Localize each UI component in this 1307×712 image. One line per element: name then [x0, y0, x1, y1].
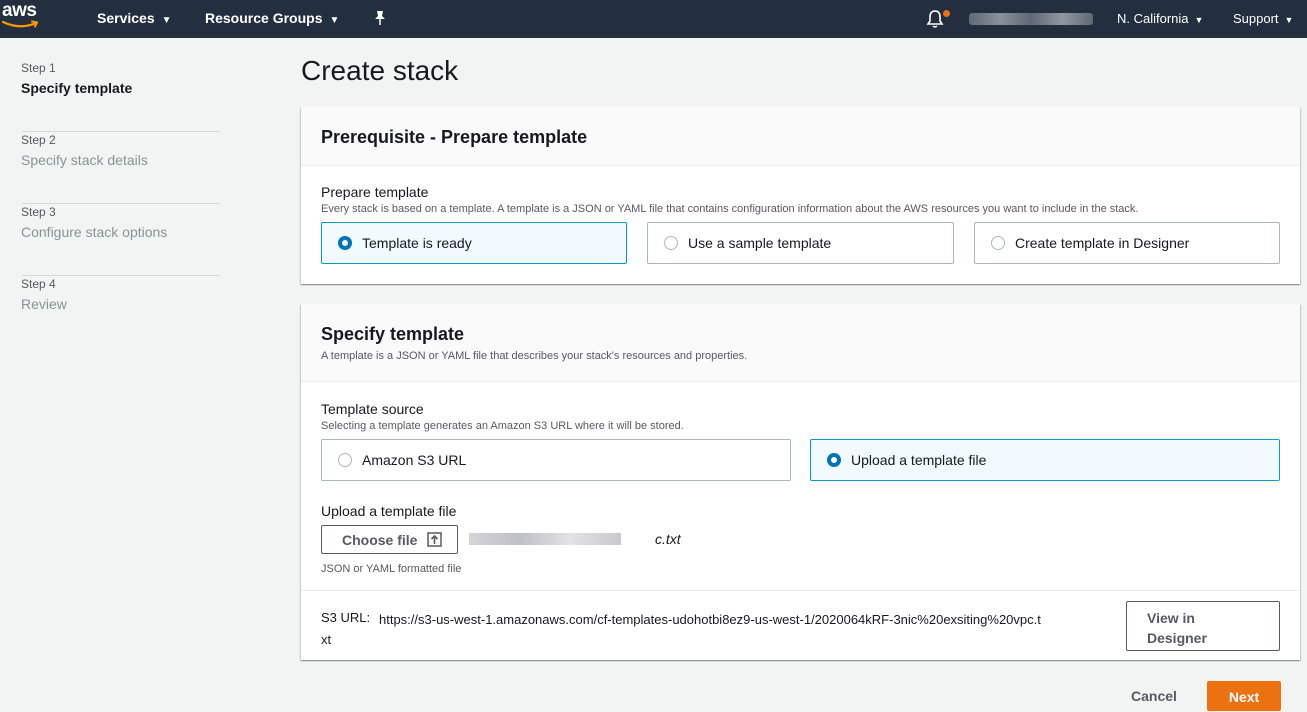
file-format-hint: JSON or YAML formatted file	[321, 563, 462, 575]
radio-selected-icon[interactable]	[827, 453, 841, 467]
top-navigation-bar: aws Services ▼ Resource Groups ▼ N. Califo…	[0, 0, 1307, 38]
step-number: Step 4	[21, 277, 56, 291]
support-label: Support	[1233, 11, 1279, 26]
cancel-button[interactable]: Cancel	[1131, 688, 1177, 704]
aws-smile-icon	[2, 20, 39, 28]
option-label: Amazon S3 URL	[362, 452, 467, 468]
radio-icon[interactable]	[338, 453, 352, 467]
services-label: Services	[97, 10, 155, 26]
chevron-down-icon: ▼	[1194, 15, 1204, 25]
option-create-in-designer[interactable]: Create template in Designer	[974, 222, 1280, 264]
option-label: Use a sample template	[688, 235, 832, 251]
view-in-designer-button[interactable]: View in Designer	[1126, 601, 1280, 651]
account-menu[interactable]	[969, 13, 1093, 25]
option-amazon-s3-url[interactable]: Amazon S3 URL	[321, 439, 791, 481]
step-label: Configure stack options	[21, 224, 168, 240]
bell-icon[interactable]	[926, 9, 944, 34]
resource-groups-menu[interactable]: Resource Groups ▼	[205, 10, 339, 26]
panel-header: Specify template A template is a JSON or…	[301, 304, 1300, 382]
wizard-step-2: Step 2 Specify stack details	[21, 132, 221, 204]
page-title: Create stack	[301, 55, 459, 86]
option-sample-template[interactable]: Use a sample template	[647, 222, 954, 264]
step-number: Step 1	[21, 61, 56, 75]
wizard-step-3: Step 3 Configure stack options	[21, 204, 221, 276]
choose-file-label: Choose file	[342, 532, 418, 548]
aws-logo-text: aws	[2, 0, 37, 21]
wizard-step-4: Step 4 Review	[21, 276, 221, 348]
s3-url-row: S3 URL: https://s3-us-west-1.amazonaws.c…	[301, 590, 1300, 660]
panel-description: A template is a JSON or YAML file that d…	[321, 350, 748, 362]
prepare-template-label: Prepare template	[321, 184, 429, 200]
prerequisite-panel: Prerequisite - Prepare template Prepare …	[301, 107, 1300, 284]
chevron-down-icon: ▼	[329, 15, 340, 26]
step-label: Specify stack details	[21, 152, 148, 168]
aws-logo[interactable]: aws	[2, 0, 46, 34]
pushpin-icon[interactable]	[373, 10, 387, 31]
s3-url-value: https://s3-us-west-1.amazonaws.com/cf-te…	[379, 612, 1041, 627]
option-label: Template is ready	[362, 235, 472, 251]
option-label: Create template in Designer	[1015, 235, 1190, 251]
next-button[interactable]: Next	[1207, 681, 1281, 711]
upload-icon	[427, 532, 442, 552]
resource-groups-label: Resource Groups	[205, 10, 323, 26]
region-selector[interactable]: N. California ▼	[1117, 11, 1203, 26]
prepare-template-description: Every stack is based on a template. A te…	[321, 203, 1139, 215]
panel-title: Prerequisite - Prepare template	[321, 127, 588, 147]
upload-file-label: Upload a template file	[321, 503, 457, 519]
option-label: Upload a template file	[851, 452, 987, 468]
choose-file-button[interactable]: Choose file	[321, 525, 458, 554]
region-label: N. California	[1117, 11, 1189, 26]
radio-icon[interactable]	[991, 236, 1005, 250]
specify-template-panel: Specify template A template is a JSON or…	[301, 304, 1300, 660]
s3-url-value-continued: xt	[321, 632, 332, 647]
step-number: Step 3	[21, 205, 56, 219]
redacted-region	[469, 533, 621, 545]
view-in-designer-label: View in Designer	[1147, 610, 1207, 646]
chevron-down-icon: ▼	[1284, 15, 1294, 25]
panel-title: Specify template	[321, 324, 465, 344]
file-name-suffix: c.txt	[655, 531, 681, 547]
step-label: Specify template	[21, 80, 133, 96]
next-label: Next	[1228, 689, 1260, 705]
step-label: Review	[21, 296, 67, 312]
s3-url-label: S3 URL:	[321, 610, 371, 625]
panel-header: Prerequisite - Prepare template	[301, 107, 1300, 166]
services-menu[interactable]: Services ▼	[97, 10, 172, 26]
wizard-steps: Step 1 Specify template Step 2 Specify s…	[21, 60, 221, 348]
option-template-ready[interactable]: Template is ready	[321, 222, 627, 264]
template-source-description: Selecting a template generates an Amazon…	[321, 420, 684, 432]
support-menu[interactable]: Support ▼	[1233, 11, 1293, 26]
template-source-label: Template source	[321, 401, 424, 417]
wizard-step-1[interactable]: Step 1 Specify template	[21, 60, 221, 132]
radio-icon[interactable]	[664, 236, 678, 250]
chevron-down-icon: ▼	[161, 15, 172, 26]
step-number: Step 2	[21, 133, 56, 147]
option-upload-template-file[interactable]: Upload a template file	[810, 439, 1280, 481]
radio-selected-icon[interactable]	[338, 236, 352, 250]
notification-dot	[943, 10, 950, 17]
